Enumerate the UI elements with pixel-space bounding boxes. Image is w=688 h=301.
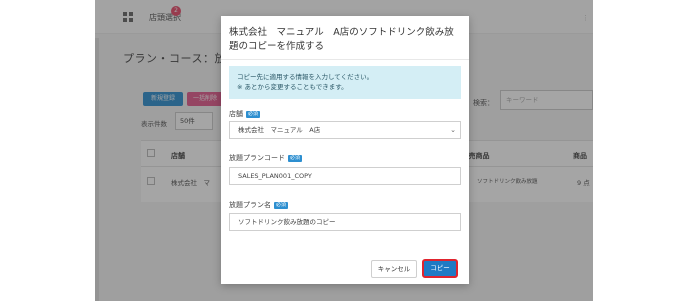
store-select-value: 株式会社 マニュアル A店 [238, 126, 321, 134]
chevron-down-icon: ⌄ [450, 126, 456, 134]
copy-modal: 株式会社 マニュアル A店のソフトドリンク飲み放題のコピーを作成する コピー先に… [221, 16, 469, 284]
plan-code-input[interactable]: SALES_PLAN001_COPY [229, 167, 461, 185]
copy-button[interactable]: コピー [422, 259, 458, 278]
store-field-label: 店舗 必須 [229, 109, 261, 119]
plan-name-field-label: 放題プラン名 必須 [229, 200, 289, 210]
plan-name-label-text: 放題プラン名 [229, 201, 271, 209]
modal-divider [221, 59, 469, 60]
info-alert: コピー先に適用する情報を入力してください。 ※ あとから変更することもできます。 [229, 66, 461, 99]
required-badge: 必須 [288, 154, 303, 162]
modal-title: 株式会社 マニュアル A店のソフトドリンク飲み放題のコピーを作成する [229, 27, 454, 52]
info-line-2: ※ あとから変更することもできます。 [237, 83, 348, 91]
store-select[interactable]: 株式会社 マニュアル A店 ⌄ [229, 121, 461, 139]
plan-code-label-text: 放題プランコード [229, 154, 285, 162]
store-label-text: 店舗 [229, 110, 243, 118]
plan-name-input[interactable]: ソフトドリンク飲み放題のコピー [229, 213, 461, 231]
plan-code-field-label: 放題プランコード 必須 [229, 153, 303, 163]
required-badge: 必須 [274, 201, 289, 209]
required-badge: 必須 [246, 110, 261, 118]
cancel-button[interactable]: キャンセル [371, 260, 417, 278]
info-line-1: コピー先に適用する情報を入力してください。 [237, 73, 374, 81]
